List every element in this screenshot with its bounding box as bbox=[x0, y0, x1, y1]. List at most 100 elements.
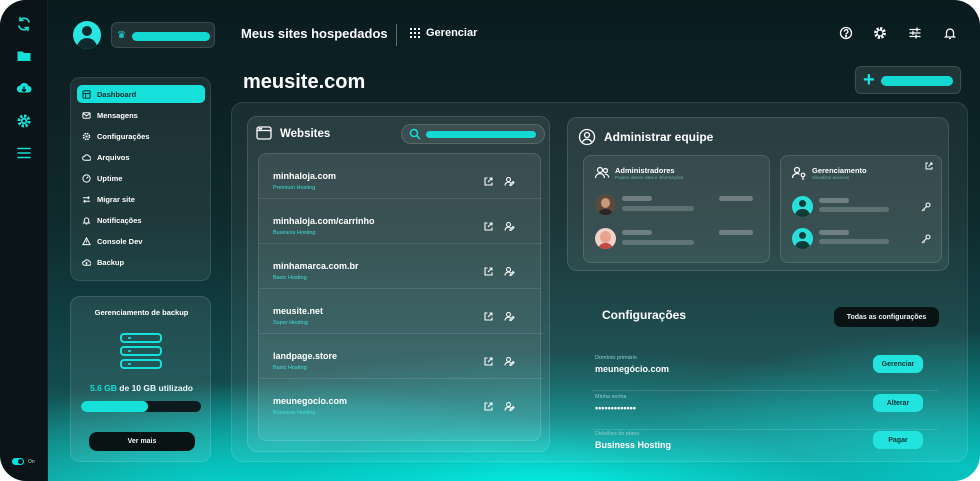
open-site-icon[interactable] bbox=[483, 264, 494, 276]
open-site-icon[interactable] bbox=[483, 219, 494, 231]
placeholder-line bbox=[819, 198, 849, 203]
website-domain: minhaloja.com/carrinho bbox=[273, 216, 375, 226]
website-plan: Basic Hosting bbox=[273, 365, 307, 371]
edit-user-icon[interactable] bbox=[504, 174, 515, 187]
sidebar-item-label: Dashboard bbox=[97, 89, 137, 99]
add-site-button[interactable]: + bbox=[855, 66, 961, 94]
pay-plan-button[interactable]: Pagar bbox=[873, 431, 923, 449]
placeholder-line bbox=[819, 230, 849, 235]
edit-user-icon[interactable] bbox=[504, 219, 515, 232]
team-title: Administrar equipe bbox=[604, 130, 714, 144]
sidebar-nav: Dashboard Mensagens Configurações Arquiv… bbox=[70, 77, 211, 281]
sidebar-item-backup[interactable]: Backup bbox=[77, 253, 205, 271]
website-domain: meusite.net bbox=[273, 306, 324, 316]
website-row[interactable]: minhaloja.com/carrinho Business Hosting bbox=[259, 199, 542, 244]
settings-row-password: Minha senha ••••••••••••• Alterar bbox=[592, 394, 938, 430]
storage-used: 5.6 GB bbox=[90, 383, 117, 393]
management-card[interactable]: Gerenciamento Visualizar acessos bbox=[780, 155, 942, 263]
sidebar-item-messages[interactable]: Mensagens bbox=[77, 106, 205, 124]
manage-domain-button[interactable]: Gerenciar bbox=[873, 355, 923, 373]
help-icon[interactable] bbox=[838, 25, 854, 41]
open-site-icon[interactable] bbox=[483, 354, 494, 366]
storage-total: de 10 GB utilizado bbox=[116, 383, 193, 393]
sidebar-item-uptime[interactable]: Uptime bbox=[77, 169, 205, 187]
sidebar-item-label: Arquivos bbox=[97, 152, 130, 162]
key-icon[interactable] bbox=[921, 202, 931, 212]
user-avatar[interactable] bbox=[73, 21, 101, 49]
external-link-icon[interactable] bbox=[925, 162, 933, 170]
page-title: meusite.com bbox=[243, 71, 366, 93]
websites-card: Websites minhaloja.com Premium Hosting min… bbox=[247, 116, 550, 452]
sidebar-item-migrate[interactable]: Migrar site bbox=[77, 190, 205, 208]
cloud-download-icon[interactable] bbox=[14, 78, 34, 98]
edit-user-icon[interactable] bbox=[504, 354, 515, 367]
toggle-label: On bbox=[28, 458, 35, 465]
cloud-upload-icon bbox=[82, 258, 91, 266]
edit-user-icon[interactable] bbox=[504, 264, 515, 277]
open-site-icon[interactable] bbox=[483, 309, 494, 321]
website-row[interactable]: meusite.net Super Hosting bbox=[259, 289, 542, 334]
open-site-icon[interactable] bbox=[483, 399, 494, 411]
sliders-icon[interactable] bbox=[907, 25, 923, 41]
plus-icon: + bbox=[863, 69, 875, 91]
dashboard-icon bbox=[82, 89, 91, 99]
users-icon bbox=[594, 166, 610, 179]
app-window: On ♛ Meus sites hospedados Gerenciar meu… bbox=[0, 0, 980, 481]
site-selector[interactable]: ♛ bbox=[111, 22, 215, 48]
icon-rail: On bbox=[0, 0, 48, 481]
website-plan: Business Hosting bbox=[273, 410, 316, 416]
key-icon[interactable] bbox=[921, 234, 931, 244]
sidebar-item-label: Backup bbox=[97, 257, 125, 267]
gear-icon[interactable] bbox=[14, 111, 34, 131]
website-plan: Super Hosting bbox=[273, 320, 308, 326]
settings-row-value: Business Hosting bbox=[595, 440, 672, 450]
settings-row-plan: Detalhes do plano Business Hosting Pagar bbox=[592, 431, 938, 467]
placeholder-line bbox=[622, 206, 694, 211]
edit-user-icon[interactable] bbox=[504, 399, 515, 412]
websites-search-input[interactable] bbox=[401, 124, 545, 144]
manage-link[interactable]: Gerenciar bbox=[410, 27, 477, 39]
sidebar-item-settings[interactable]: Configurações bbox=[77, 127, 205, 145]
placeholder-line bbox=[622, 196, 652, 201]
website-row[interactable]: landpage.store Basic Hosting bbox=[259, 334, 542, 379]
site-name-placeholder bbox=[132, 32, 210, 41]
sidebar-item-dashboard[interactable]: Dashboard bbox=[77, 85, 205, 103]
sync-icon[interactable] bbox=[14, 14, 34, 34]
placeholder-line bbox=[719, 230, 753, 235]
settings-row-label: Detalhes do plano bbox=[595, 431, 640, 437]
toggle-switch[interactable] bbox=[12, 458, 24, 465]
website-row[interactable]: minhaloja.com Premium Hosting bbox=[259, 154, 542, 199]
sidebar-item-console[interactable]: Console Dev bbox=[77, 232, 205, 250]
storage-progress-fill bbox=[81, 401, 149, 412]
settings-row-label: Domínio primário bbox=[595, 355, 637, 361]
menu-icon[interactable] bbox=[14, 143, 34, 163]
website-plan: Premium Hosting bbox=[273, 185, 316, 191]
administrators-card[interactable]: Administradores Podem alterar sites e in… bbox=[583, 155, 770, 263]
see-more-button[interactable]: Ver mais bbox=[89, 432, 195, 451]
notifications-bell-icon[interactable] bbox=[942, 25, 958, 41]
management-subtitle: Visualizar acessos bbox=[812, 175, 850, 180]
website-row[interactable]: minhamarca.com.br Basic Hosting bbox=[259, 244, 542, 289]
backup-title: Gerenciamento de backup bbox=[94, 308, 189, 317]
edit-user-icon[interactable] bbox=[504, 309, 515, 322]
website-row[interactable]: meunegocio.com Business Hosting bbox=[259, 379, 542, 424]
theme-toggle[interactable]: On bbox=[12, 458, 35, 465]
manage-label: Gerenciar bbox=[426, 27, 478, 39]
change-password-button[interactable]: Alterar bbox=[873, 394, 923, 412]
websites-title: Websites bbox=[280, 128, 331, 140]
sidebar-item-files[interactable]: Arquivos bbox=[77, 148, 205, 166]
add-label-placeholder bbox=[881, 76, 953, 86]
sidebar-item-label: Uptime bbox=[97, 173, 123, 183]
open-site-icon[interactable] bbox=[483, 174, 494, 186]
website-domain: minhamarca.com.br bbox=[273, 261, 359, 271]
settings-row-value: meunegócio.com bbox=[595, 364, 670, 374]
sidebar-item-notifications[interactable]: Notificações bbox=[77, 211, 205, 229]
member-avatar bbox=[792, 196, 813, 217]
admin-avatar bbox=[595, 194, 616, 215]
settings-icon[interactable] bbox=[872, 25, 888, 41]
placeholder-line bbox=[819, 239, 889, 244]
browser-window-icon bbox=[256, 126, 272, 140]
folder-icon[interactable] bbox=[14, 46, 34, 66]
search-placeholder-bar bbox=[426, 131, 536, 138]
all-settings-button[interactable]: Todas as configurações bbox=[834, 307, 939, 327]
